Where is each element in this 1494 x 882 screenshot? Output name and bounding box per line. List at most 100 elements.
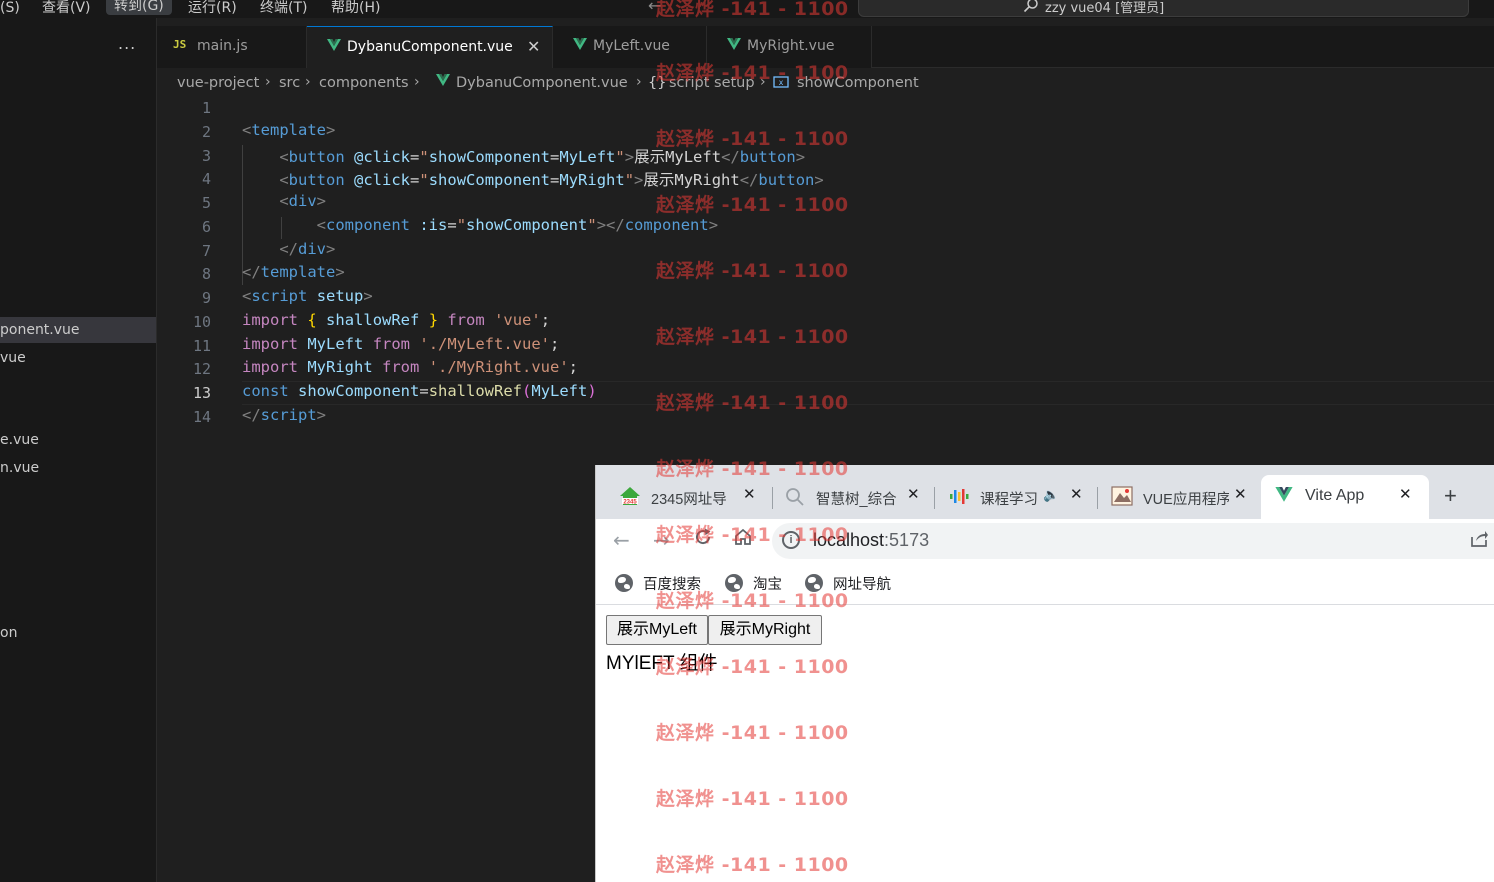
explorer-item[interactable]: vue xyxy=(0,345,156,371)
globe-icon xyxy=(805,574,823,592)
more-actions-icon[interactable]: ... xyxy=(118,34,136,53)
code-line: <template> xyxy=(242,121,336,139)
tab-myright[interactable]: MyRight.vue xyxy=(707,26,872,68)
code-line: </template> xyxy=(242,263,345,281)
speaker-icon[interactable]: 🔈 xyxy=(1043,487,1059,503)
close-icon[interactable]: ✕ xyxy=(527,37,540,56)
page-viewport: 展示MyLeft 展示MyRight MYlEFT 组件 xyxy=(596,605,1494,882)
breadcrumb-item[interactable]: script setup xyxy=(669,75,755,91)
breadcrumb-item[interactable]: vue-project xyxy=(177,75,259,91)
browser-tab-label: 智慧树_综合 xyxy=(816,492,897,508)
code-line-current: const showComponent=shallowRef(MyLeft) xyxy=(242,382,597,400)
vue-file-icon xyxy=(327,39,341,56)
explorer-item[interactable]: n.vue xyxy=(0,455,156,481)
browser-window: 2345 2345网址导 ✕ 智慧树_综合 ✕ 课程学习 🔈 ✕ VUE应用程序… xyxy=(595,465,1494,882)
show-myright-button[interactable]: 展示MyRight xyxy=(708,615,822,645)
breadcrumb-item[interactable]: components xyxy=(319,75,409,91)
line-number: 10 xyxy=(192,313,211,331)
close-icon[interactable]: ✕ xyxy=(1070,485,1083,503)
breadcrumb-item[interactable]: DybanuComponent.vue xyxy=(456,75,628,91)
component-output-text: MYlEFT 组件 xyxy=(606,653,718,674)
variable-icon: x xyxy=(773,76,789,92)
browser-tab-active[interactable]: Vite App ✕ xyxy=(1261,475,1429,519)
vue-file-icon xyxy=(436,74,450,91)
browser-tab[interactable]: 智慧树_综合 ✕ xyxy=(784,475,924,519)
line-number: 12 xyxy=(192,360,211,378)
explorer-sidebar: ... ponent.vue vue e.vue n.vue on xyxy=(0,18,157,882)
line-number: 8 xyxy=(201,265,211,283)
tab-label: MyRight.vue xyxy=(747,38,835,54)
forward-icon[interactable]: → xyxy=(653,528,670,552)
chevron-right-icon: › xyxy=(414,74,420,90)
browser-tab-strip: 2345 2345网址导 ✕ 智慧树_综合 ✕ 课程学习 🔈 ✕ VUE应用程序… xyxy=(596,465,1494,519)
svg-text:2345: 2345 xyxy=(623,500,637,506)
back-arrow-icon[interactable]: ← xyxy=(648,0,661,15)
tab-label: main.js xyxy=(197,38,248,54)
vue-file-icon xyxy=(573,38,587,55)
close-icon[interactable]: ✕ xyxy=(907,485,920,503)
show-myleft-button[interactable]: 展示MyLeft xyxy=(606,615,708,645)
explorer-item[interactable]: on xyxy=(0,620,156,646)
search-icon xyxy=(784,485,806,507)
line-number: 1 xyxy=(201,99,211,117)
menu-bar: 择(S) 查看(V) 转到(G) 运行(R) 终端(T) 帮助(H) ← zzy… xyxy=(0,0,1494,18)
share-icon[interactable] xyxy=(1469,529,1489,554)
editor-tab-bar: JS main.js DybanuComponent.vue ✕ MyLeft.… xyxy=(157,26,1494,68)
explorer-item[interactable]: e.vue xyxy=(0,427,156,453)
explorer-item[interactable]: ponent.vue xyxy=(0,317,156,343)
close-icon[interactable]: ✕ xyxy=(1234,485,1247,503)
browser-toolbar: ← → i localhost:5173 xyxy=(596,519,1494,563)
browser-tab[interactable]: 课程学习 🔈 ✕ xyxy=(948,475,1088,519)
menu-view[interactable]: 查看(V) xyxy=(42,0,91,17)
svg-text:x: x xyxy=(779,78,784,87)
globe-icon xyxy=(725,574,743,592)
line-number: 4 xyxy=(201,170,211,188)
site-image-icon xyxy=(1111,485,1133,507)
bookmark-item[interactable]: 网址导航 xyxy=(805,573,891,593)
tab-main-js[interactable]: JS main.js xyxy=(157,26,307,68)
browser-tab-label: VUE应用程序 xyxy=(1143,492,1229,508)
home-icon[interactable] xyxy=(733,527,753,552)
globe-icon xyxy=(615,574,633,592)
bookmark-item[interactable]: 百度搜索 xyxy=(615,573,701,593)
line-number: 14 xyxy=(192,408,211,426)
chevron-right-icon: › xyxy=(636,74,642,90)
tab-label: MyLeft.vue xyxy=(593,38,670,54)
browser-tab-label: Vite App xyxy=(1305,487,1365,504)
search-icon xyxy=(1023,0,1039,13)
line-number: 3 xyxy=(201,147,211,165)
line-number: 11 xyxy=(192,337,211,355)
breadcrumb-item[interactable]: src xyxy=(279,75,300,91)
menu-terminal[interactable]: 终端(T) xyxy=(260,0,307,17)
breadcrumb-item[interactable]: showComponent xyxy=(797,75,919,91)
menu-go[interactable]: 转到(G) xyxy=(106,0,172,15)
braces-icon: {} xyxy=(648,75,667,91)
menu-run[interactable]: 运行(R) xyxy=(188,0,237,17)
menu-help[interactable]: 帮助(H) xyxy=(331,0,380,17)
close-icon[interactable]: ✕ xyxy=(743,485,756,503)
command-center[interactable]: zzy vue04 [管理员] xyxy=(858,0,1469,17)
bookmark-item[interactable]: 淘宝 xyxy=(725,573,782,593)
code-line: import MyLeft from './MyLeft.vue'; xyxy=(242,335,560,353)
info-icon[interactable]: i xyxy=(782,531,800,549)
line-number-current: 13 xyxy=(192,384,211,402)
close-icon[interactable]: ✕ xyxy=(1399,485,1412,503)
browser-tab[interactable]: 2345 2345网址导 ✕ xyxy=(619,475,769,519)
menu-selection[interactable]: 择(S) xyxy=(0,0,20,17)
browser-tab[interactable]: VUE应用程序 ✕ xyxy=(1111,475,1251,519)
code-line: <script setup> xyxy=(242,287,373,305)
back-icon[interactable]: ← xyxy=(613,528,630,552)
command-center-text: zzy vue04 [管理员] xyxy=(1045,1,1165,16)
code-line: </div> xyxy=(279,240,336,258)
code-line: <button @click="showComponent=MyRight">展… xyxy=(279,171,824,189)
tab-separator xyxy=(934,487,935,509)
bookmarks-bar: 百度搜索 淘宝 网址导航 xyxy=(596,563,1494,605)
address-bar[interactable]: i localhost:5173 xyxy=(772,523,1494,559)
tab-dybanu-component[interactable]: DybanuComponent.vue ✕ xyxy=(307,26,553,68)
line-number: 7 xyxy=(201,242,211,260)
chevron-right-icon: › xyxy=(265,74,271,90)
reload-icon[interactable] xyxy=(693,527,713,552)
js-file-icon: JS xyxy=(173,38,187,51)
new-tab-icon[interactable]: + xyxy=(1444,483,1457,509)
tab-myleft[interactable]: MyLeft.vue xyxy=(553,26,707,68)
